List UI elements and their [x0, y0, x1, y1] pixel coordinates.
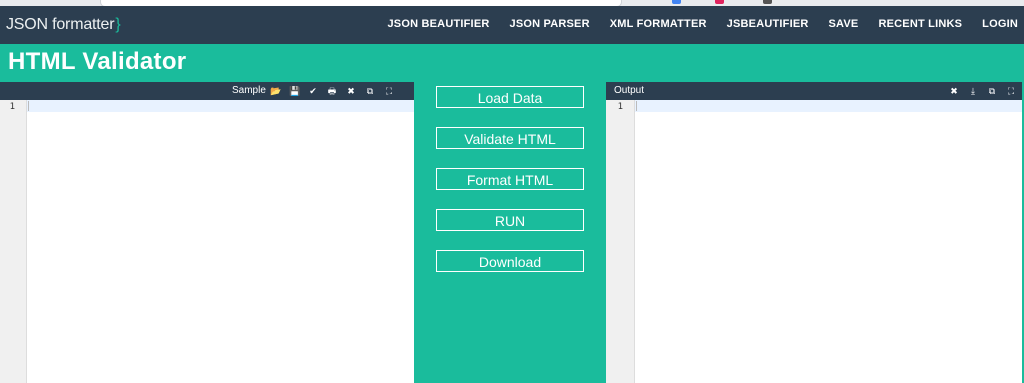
folder-open-icon[interactable]: 📂 — [270, 85, 281, 97]
download-button[interactable]: Download — [436, 250, 584, 272]
load-data-button[interactable]: Load Data — [436, 86, 584, 108]
nav-recent-links[interactable]: RECENT LINKS — [878, 18, 962, 30]
close-icon[interactable]: ✖ — [949, 85, 959, 97]
fullscreen-icon[interactable]: ⛶ — [1006, 85, 1016, 97]
brand-text: JSON formatter — [6, 16, 115, 33]
input-active-line[interactable] — [27, 100, 414, 112]
output-editor-gutter: 1 — [606, 100, 635, 383]
output-editor-title: Output — [614, 85, 645, 96]
format-html-button[interactable]: Format HTML — [436, 168, 584, 190]
extension-icon[interactable] — [763, 0, 772, 4]
copy-icon[interactable]: ⧉ — [365, 85, 375, 97]
check-icon[interactable]: ✔ — [308, 85, 318, 97]
brand-logo[interactable]: JSON formatter} — [6, 16, 121, 34]
nav-login[interactable]: LOGIN — [982, 18, 1018, 30]
close-icon[interactable]: ✖ — [346, 85, 356, 97]
brand-brace: } — [115, 16, 121, 33]
extension-icon[interactable] — [672, 0, 681, 4]
download-icon[interactable]: ⤓ — [968, 85, 978, 97]
run-button[interactable]: RUN — [436, 209, 584, 231]
nav-json-beautifier[interactable]: JSON BEAUTIFIER — [387, 18, 489, 30]
extension-icon[interactable] — [715, 0, 724, 4]
nav-jsbeautifier[interactable]: JSBEAUTIFIER — [727, 18, 809, 30]
input-editor-toolbar: 📂 💾 ✔ 🖶 ✖ ⧉ ⛶ — [270, 85, 394, 97]
nav-json-parser[interactable]: JSON PARSER — [510, 18, 590, 30]
text-cursor — [28, 101, 29, 111]
text-cursor — [636, 101, 637, 111]
nav-save[interactable]: SAVE — [829, 18, 859, 30]
top-navbar: JSON formatter} JSON BEAUTIFIER JSON PAR… — [0, 6, 1024, 44]
input-editor-gutter: 1 — [0, 100, 27, 383]
validate-html-button[interactable]: Validate HTML — [436, 127, 584, 149]
input-editor-title: Sample — [232, 85, 266, 96]
output-active-line[interactable] — [635, 100, 1022, 112]
input-editor[interactable]: Sample 📂 💾 ✔ 🖶 ✖ ⧉ ⛶ 1 — [0, 82, 414, 383]
copy-icon[interactable]: ⧉ — [987, 85, 997, 97]
output-editor-toolbar: ✖ ⤓ ⧉ ⛶ — [949, 85, 1016, 97]
nav-links: JSON BEAUTIFIER JSON PARSER XML FORMATTE… — [367, 18, 1018, 30]
input-editor-header: Sample 📂 💾 ✔ 🖶 ✖ ⧉ ⛶ — [0, 82, 414, 100]
page-title: HTML Validator — [8, 48, 187, 75]
fullscreen-icon[interactable]: ⛶ — [384, 85, 394, 97]
save-icon[interactable]: 💾 — [289, 85, 300, 97]
output-editor-header: Output ✖ ⤓ ⧉ ⛶ — [606, 82, 1022, 100]
line-number: 1 — [617, 102, 623, 112]
output-editor[interactable]: Output ✖ ⤓ ⧉ ⛶ 1 — [606, 82, 1024, 383]
line-number: 1 — [9, 102, 15, 112]
print-icon[interactable]: 🖶 — [327, 85, 337, 97]
nav-xml-formatter[interactable]: XML FORMATTER — [610, 18, 707, 30]
